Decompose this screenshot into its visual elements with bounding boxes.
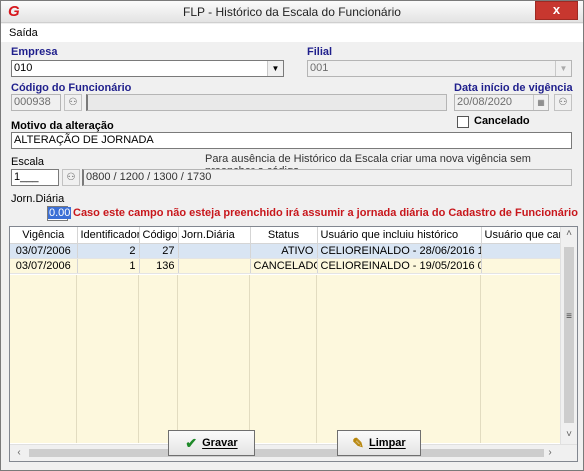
title-bar: G FLP - Histórico da Escala do Funcionár… (1, 1, 583, 23)
form-area: Empresa 010 ▼ Filial 001 ▼ Código do Fun… (1, 42, 583, 470)
scroll-left-icon[interactable]: ‹ (11, 447, 27, 458)
gravar-label: Gravar (202, 437, 238, 449)
escala-code-input[interactable]: 1___ (11, 169, 59, 186)
horizontal-scroll-thumb[interactable] (29, 449, 544, 457)
motivo-label: Motivo da alteração (11, 120, 114, 132)
cell-codigo: 27 (139, 243, 179, 259)
cell-vigencia: 03/07/2006 (10, 258, 78, 274)
cell-identificador: 1 (77, 258, 140, 274)
empresa-value: 010 (14, 62, 33, 74)
table-header-row: Vigência Identificador Código Jorn.Diári… (10, 227, 563, 244)
filial-select[interactable]: 001 ▼ (307, 60, 572, 77)
column-header-vigencia[interactable]: Vigência (10, 227, 78, 244)
limpar-label: Limpar (369, 437, 406, 449)
motivo-value: ALTERAÇÃO DE JORNADA (14, 134, 154, 146)
binoculars-icon[interactable]: ⚇ (554, 94, 572, 111)
cell-jorn-diaria (178, 243, 251, 259)
vertical-scroll-thumb[interactable] (564, 247, 574, 423)
cell-usuario-cancelamento (481, 258, 563, 274)
historico-grid[interactable]: Vigência Identificador Código Jorn.Diári… (9, 226, 578, 462)
eraser-icon: ✎ (352, 434, 365, 451)
cell-usuario-inclusao: CELIOREINALDO - 19/05/2016 07:... (317, 258, 482, 274)
column-header-usuario-inclusao[interactable]: Usuário que incluiu histórico (317, 227, 482, 244)
cell-status: ATIVO (250, 243, 318, 259)
binoculars-icon[interactable]: ⚇ (62, 169, 80, 186)
cancelado-checkbox[interactable] (457, 116, 469, 128)
cancelado-label: Cancelado (474, 115, 530, 127)
codigo-funcionario-input[interactable]: 000938 (11, 94, 61, 111)
table-row[interactable]: 03/07/2006 2 27 ATIVO CELIOREINALDO - 28… (10, 243, 563, 259)
jorn-diaria-input[interactable]: 0.00 (47, 206, 72, 221)
filial-label: Filial (307, 46, 333, 58)
motivo-input[interactable]: ALTERAÇÃO DE JORNADA (11, 132, 572, 149)
cell-status: CANCELADO (250, 258, 318, 274)
cell-usuario-inclusao: CELIOREINALDO - 28/06/2016 18:... (317, 243, 482, 259)
scroll-down-icon[interactable]: ˅ (561, 429, 577, 440)
escala-label: Escala (11, 156, 45, 168)
data-inicio-value: 20/08/2020 (457, 96, 513, 108)
cell-identificador: 2 (77, 243, 140, 259)
escala-horarios-value: 0800 / 1200 / 1300 / 1730 (86, 171, 212, 183)
binoculars-icon[interactable]: ⚇ (64, 94, 82, 111)
limpar-button[interactable]: ✎ Limpar (337, 430, 421, 456)
column-header-jorn-diaria[interactable]: Jorn.Diária (178, 227, 251, 244)
cell-codigo: 136 (139, 258, 179, 274)
funcionario-nome-field (86, 94, 447, 111)
vertical-scrollbar[interactable]: ˄ ≡ ˅ (560, 227, 577, 445)
gravar-button[interactable]: ✔ Gravar (168, 430, 255, 456)
codigo-funcionario-value: 000938 (14, 96, 51, 108)
calendar-icon[interactable]: ▦ (533, 95, 548, 110)
jorn-diaria-label: Jorn.Diária (11, 193, 65, 205)
horizontal-scrollbar[interactable]: ‹ › (10, 444, 577, 461)
menu-bar: Saída (1, 24, 583, 42)
close-button[interactable]: x (535, 1, 578, 20)
data-inicio-label: Data início de vigência (454, 82, 573, 94)
cell-usuario-cancelamento (481, 243, 563, 259)
window-title: FLP - Histórico da Escala do Funcionário (183, 5, 401, 19)
scroll-right-icon[interactable]: › (542, 447, 558, 458)
codigo-funcionario-label: Código do Funcionário (11, 82, 132, 94)
escala-code-value: 1___ (14, 171, 39, 183)
column-header-identificador[interactable]: Identificador (77, 227, 140, 244)
filial-value: 001 (310, 62, 329, 74)
jorn-diaria-value: 0.00 (48, 207, 72, 219)
column-header-status[interactable]: Status (250, 227, 318, 244)
cell-vigencia: 03/07/2006 (10, 243, 78, 259)
grip-icon: ≡ (566, 311, 572, 322)
column-header-usuario-cancelamento[interactable]: Usuário que cance (481, 227, 563, 244)
chevron-down-icon[interactable]: ▼ (555, 61, 571, 76)
empresa-select[interactable]: 010 ▼ (11, 60, 284, 77)
grid-empty-area (10, 275, 562, 443)
cell-jorn-diaria (178, 258, 251, 274)
menu-item-saida[interactable]: Saída (9, 27, 38, 39)
jorn-diaria-warning: Caso este campo não esteja preenchido ir… (73, 207, 578, 219)
data-inicio-input[interactable]: 20/08/2020 ▦ (454, 94, 549, 111)
app-window: G FLP - Histórico da Escala do Funcionár… (0, 0, 584, 471)
chevron-down-icon[interactable]: ▼ (267, 61, 283, 76)
table-row[interactable]: 03/07/2006 1 136 CANCELADO CELIOREINALDO… (10, 258, 563, 274)
column-header-codigo[interactable]: Código (139, 227, 179, 244)
historico-table: Vigência Identificador Código Jorn.Diári… (10, 227, 563, 274)
escala-horarios-field: 0800 / 1200 / 1300 / 1730 (82, 169, 572, 186)
scroll-up-icon[interactable]: ˄ (561, 228, 577, 239)
checkmark-icon: ✔ (185, 434, 198, 451)
empresa-label: Empresa (11, 46, 58, 58)
